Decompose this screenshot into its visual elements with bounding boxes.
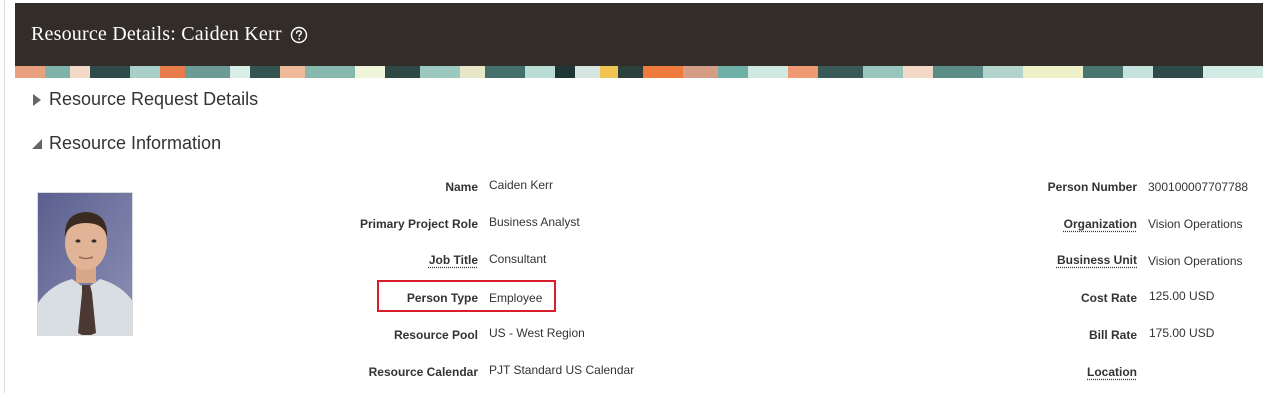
person-number-label: Person Number <box>1047 180 1137 194</box>
title-bar: Resource Details: Caiden Kerr <box>15 3 1263 66</box>
expand-triangle-icon <box>30 93 44 107</box>
business-unit-value: Vision Operations <box>1148 254 1243 268</box>
bill-rate-label: Bill Rate <box>1088 328 1137 342</box>
cost-rate-value: 125.00 USD <box>1149 289 1215 303</box>
section-resource-information[interactable]: Resource Information <box>30 133 221 154</box>
section-label: Resource Request Details <box>49 89 259 109</box>
name-value: Caiden Kerr <box>489 178 554 192</box>
job-title-label[interactable]: Job Title <box>429 253 478 267</box>
cost-rate-label: Cost Rate <box>1080 291 1137 305</box>
location-label[interactable]: Location <box>1087 365 1137 379</box>
section-label: Resource Information <box>49 133 222 153</box>
resource-pool-value: US - West Region <box>489 326 585 340</box>
bill-rate-value: 175.00 USD <box>1149 326 1215 340</box>
section-resource-request-details[interactable]: Resource Request Details <box>30 89 258 110</box>
organization-value: Vision Operations <box>1148 217 1243 231</box>
person-number-value: 300100007707788 <box>1148 180 1249 194</box>
collapse-triangle-icon <box>30 137 44 151</box>
name-label: Name <box>445 180 478 194</box>
decorative-banner <box>15 66 1263 78</box>
resource-calendar-value: PJT Standard US Calendar <box>489 363 635 377</box>
person-type-highlight <box>377 280 556 312</box>
page-left-rule <box>4 0 5 393</box>
help-circle-icon[interactable] <box>290 26 308 44</box>
primary-project-role-value: Business Analyst <box>489 215 580 229</box>
job-title-value: Consultant <box>489 252 547 266</box>
person-photo <box>37 192 133 336</box>
primary-project-role-label: Primary Project Role <box>359 217 478 231</box>
resource-pool-label: Resource Pool <box>393 328 478 342</box>
page-title: Resource Details: Caiden Kerr <box>31 23 282 45</box>
organization-label[interactable]: Organization <box>1064 217 1137 231</box>
business-unit-label[interactable]: Business Unit <box>1057 253 1137 267</box>
resource-calendar-label: Resource Calendar <box>368 365 478 379</box>
